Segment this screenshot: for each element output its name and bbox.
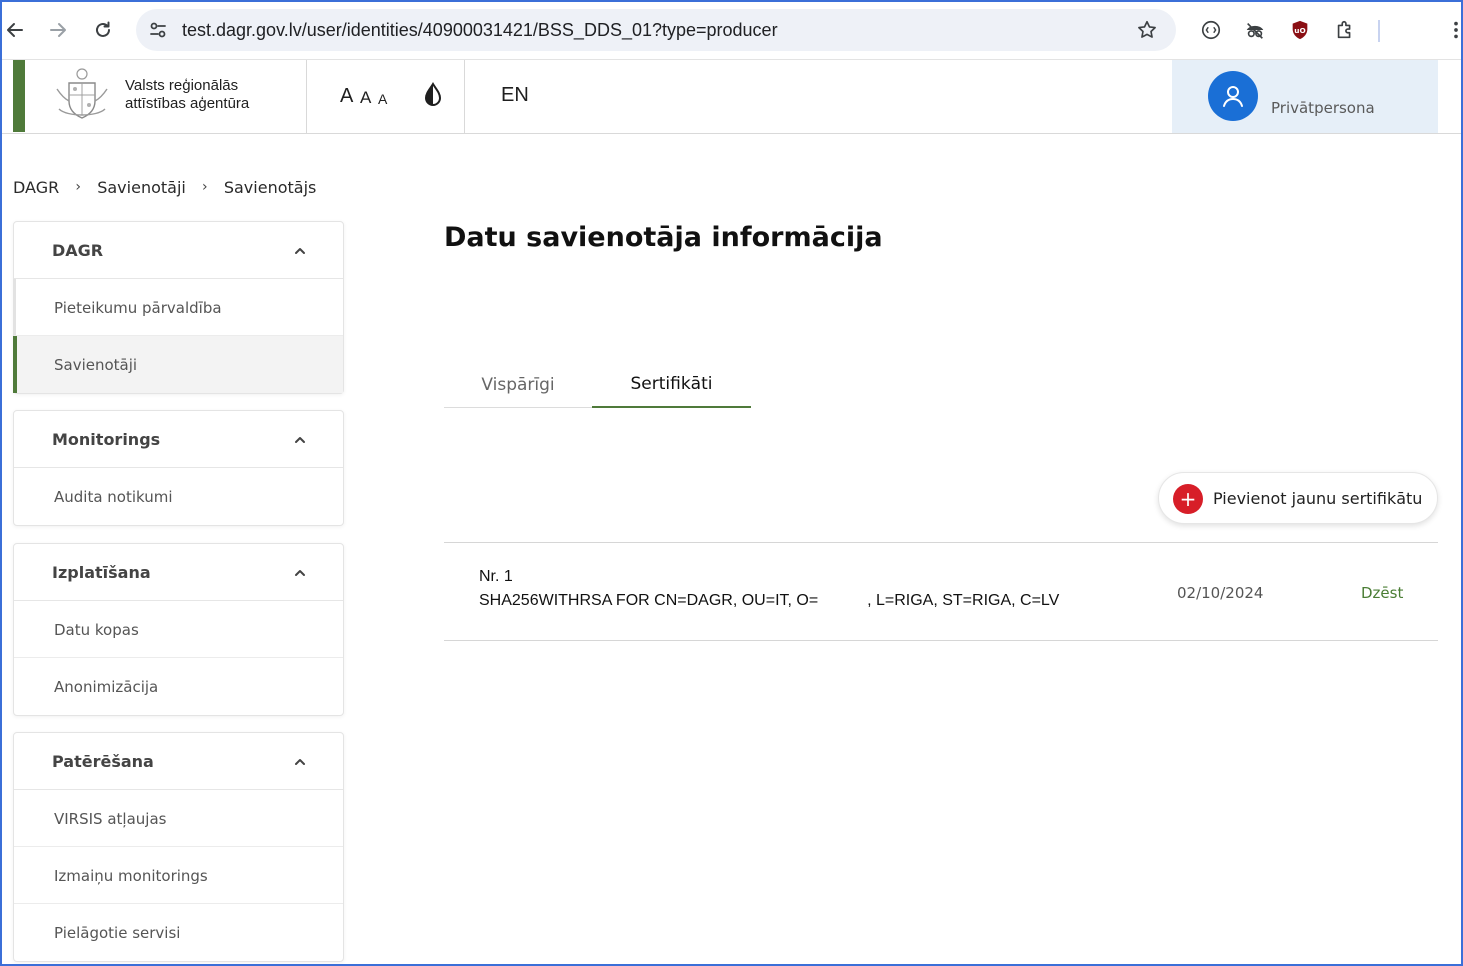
sidebar-item-datasets[interactable]: Datu kopas <box>14 601 343 658</box>
forward-arrow-icon[interactable] <box>43 14 73 46</box>
agency-logo-link[interactable]: Valsts reģionālās attīstības aģentūra <box>25 60 307 133</box>
sidebar-item-audit-events[interactable]: Audita notikumi <box>14 468 343 525</box>
sidebar-group-title: Monitorings <box>52 430 161 449</box>
star-icon[interactable] <box>1136 19 1158 41</box>
breadcrumb-item-dagr[interactable]: DAGR <box>13 178 59 197</box>
sidebar-group-header[interactable]: Patērēšana <box>14 733 343 790</box>
svg-text:uO: uO <box>1294 26 1305 35</box>
page-title: Datu savienotāja informācija <box>444 222 883 253</box>
sidebar-item-connectors[interactable]: Savienotāji <box>13 336 343 393</box>
sidebar-item-label: Pieteikumu pārvaldība <box>54 299 222 317</box>
tab-general[interactable]: Vispārīgi <box>444 362 592 408</box>
coat-of-arms-icon <box>56 68 108 119</box>
sidebar-item-anonymization[interactable]: Anonimizācija <box>14 658 343 715</box>
sidebar-group-distribution: Izplatīšana Datu kopas Anonimizācija <box>13 543 344 716</box>
add-certificate-button[interactable]: + Pievienot jaunu sertifikātu <box>1158 472 1438 524</box>
sidebar-group-title: DAGR <box>52 241 104 260</box>
url-text[interactable]: test.dagr.gov.lv/user/identities/4090003… <box>182 20 778 41</box>
add-certificate-label: Pievienot jaunu sertifikātu <box>1213 489 1423 508</box>
breadcrumb-item-connector: Savienotājs <box>223 177 317 197</box>
site-settings-icon[interactable] <box>148 20 168 40</box>
language-switch[interactable]: EN <box>501 84 529 107</box>
font-size-large-button[interactable]: A <box>340 85 353 108</box>
sidebar-item-label: VIRSIS atļaujas <box>54 810 167 828</box>
sidebar-item-applications[interactable]: Pieteikumu pārvaldība <box>13 279 343 336</box>
sidebar-group-consumption: Patērēšana VIRSIS atļaujas Izmaiņu monit… <box>13 732 344 962</box>
sidebar-group-title: Izplatīšana <box>52 563 151 582</box>
sidebar-group-monitoring: Monitorings Audita notikumi <box>13 410 344 526</box>
breadcrumb-item-connectors[interactable]: Savienotāji <box>97 178 186 197</box>
browser-toolbar: test.dagr.gov.lv/user/identities/4090003… <box>0 0 1463 60</box>
sidebar-group-header[interactable]: Izplatīšana <box>14 544 343 601</box>
sidebar-item-virsis-permissions[interactable]: VIRSIS atļaujas <box>14 790 343 847</box>
certificate-row: Nr. 1 SHA256WITHRSA FOR CN=DAGR, OU=IT, … <box>444 542 1438 641</box>
ublock-shield-icon[interactable]: uO <box>1288 18 1312 42</box>
chevron-up-icon <box>295 248 305 254</box>
sidebar-item-label: Datu kopas <box>54 621 139 639</box>
chevron-up-icon <box>295 759 305 765</box>
agency-name: Valsts reģionālās attīstības aģentūra <box>125 77 250 112</box>
site-header: Valsts reģionālās attīstības aģentūra A … <box>2 60 1461 134</box>
sidebar-group-title: Patērēšana <box>52 752 154 771</box>
address-bar[interactable]: test.dagr.gov.lv/user/identities/4090003… <box>136 9 1176 51</box>
sidebar-item-label: Savienotāji <box>54 356 138 374</box>
tab-bar: Vispārīgi Sertifikāti <box>444 362 751 408</box>
sidebar-item-custom-services[interactable]: Pielāgotie servisi <box>14 904 343 961</box>
user-menu[interactable]: Privātpersona <box>1172 60 1438 133</box>
sidebar-group-header[interactable]: Monitorings <box>14 411 343 468</box>
back-arrow-icon[interactable] <box>0 14 30 46</box>
header-accent-bar <box>13 60 25 132</box>
chevron-right-icon: › <box>202 179 208 195</box>
kebab-menu-icon[interactable] <box>1444 18 1463 42</box>
sidebar-item-label: Anonimizācija <box>54 678 159 696</box>
sidebar-item-label: Audita notikumi <box>54 488 173 506</box>
certificate-subject: SHA256WITHRSA FOR CN=DAGR, OU=IT, O= , L… <box>479 592 1060 609</box>
accessibility-tools: A A A <box>307 60 465 133</box>
font-size-small-button[interactable]: A <box>378 91 387 107</box>
tab-certificates[interactable]: Sertifikāti <box>592 362 751 408</box>
sidebar-group-header[interactable]: DAGR <box>14 222 343 279</box>
delete-certificate-link[interactable]: Dzēst <box>1361 584 1403 602</box>
reload-icon[interactable] <box>88 14 118 46</box>
user-role-label: Privātpersona <box>1271 99 1375 117</box>
certificate-date: 02/10/2024 <box>1177 584 1264 602</box>
contrast-drop-icon[interactable] <box>423 82 443 108</box>
incognito-extension-icon[interactable] <box>1243 18 1267 42</box>
sidebar-item-label: Izmaiņu monitorings <box>54 867 208 885</box>
certificate-number: Nr. 1 <box>479 568 513 585</box>
chevron-up-icon <box>295 570 305 576</box>
toolbar-separator <box>1378 20 1380 42</box>
chevron-up-icon <box>295 437 305 443</box>
font-size-medium-button[interactable]: A <box>360 88 371 108</box>
sidebar-group-dagr: DAGR Pieteikumu pārvaldība Savienotāji <box>13 221 344 394</box>
breadcrumb: DAGR › Savienotāji › Savienotājs <box>13 175 316 199</box>
chevron-right-icon: › <box>75 179 82 195</box>
user-avatar-icon[interactable] <box>1208 71 1258 121</box>
media-extension-icon[interactable] <box>1199 18 1223 42</box>
sidebar-item-change-monitoring[interactable]: Izmaiņu monitorings <box>14 847 343 904</box>
puzzle-extensions-icon[interactable] <box>1333 18 1357 42</box>
sidebar-item-label: Pielāgotie servisi <box>54 924 181 942</box>
plus-icon: + <box>1173 484 1203 514</box>
